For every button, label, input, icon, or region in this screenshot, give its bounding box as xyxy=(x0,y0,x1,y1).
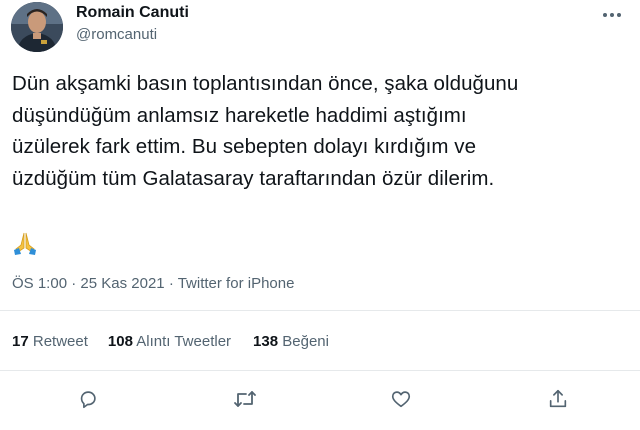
like-icon[interactable] xyxy=(384,382,418,416)
tweet-date[interactable]: 25 Kas 2021 xyxy=(80,275,164,292)
tweet-card: Romain Canuti @romcanuti Dün akşamki bas… xyxy=(0,0,640,430)
meta-separator: · xyxy=(168,275,174,292)
retweet-icon[interactable] xyxy=(228,382,262,416)
tweet-source[interactable]: Twitter for iPhone xyxy=(178,275,295,292)
likes-label: Beğeni xyxy=(282,333,329,350)
tweet-meta: ÖS 1:00 · 25 Kas 2021 · Twitter for iPho… xyxy=(12,275,294,292)
retweets-count: 17 xyxy=(12,333,29,350)
more-options-icon[interactable] xyxy=(596,2,628,28)
tweet-time[interactable]: ÖS 1:00 xyxy=(12,275,67,292)
meta-separator: · xyxy=(71,275,77,292)
divider xyxy=(0,370,640,371)
author-handle[interactable]: @romcanuti xyxy=(76,26,157,43)
action-bar xyxy=(0,382,640,416)
reply-icon[interactable] xyxy=(71,382,105,416)
retweets-stat[interactable]: 17 Retweet xyxy=(12,333,88,350)
author-name[interactable]: Romain Canuti xyxy=(76,4,189,22)
folded-hands-icon xyxy=(10,227,40,257)
divider xyxy=(0,310,640,311)
quotes-label: Alıntı Tweetler xyxy=(136,333,232,350)
quotes-stat[interactable]: 108 Alıntı Tweetler xyxy=(108,333,231,350)
likes-stat[interactable]: 138 Beğeni xyxy=(253,333,329,350)
share-icon[interactable] xyxy=(541,382,575,416)
likes-count: 138 xyxy=(253,333,279,350)
avatar[interactable] xyxy=(11,2,63,52)
retweets-label: Retweet xyxy=(32,333,88,350)
tweet-text: Dün akşamki basın toplantısından önce, ş… xyxy=(12,72,519,190)
tweet-stats: 17 Retweet 108 Alıntı Tweetler 138 Beğen… xyxy=(12,333,329,350)
quotes-count: 108 xyxy=(107,333,133,350)
